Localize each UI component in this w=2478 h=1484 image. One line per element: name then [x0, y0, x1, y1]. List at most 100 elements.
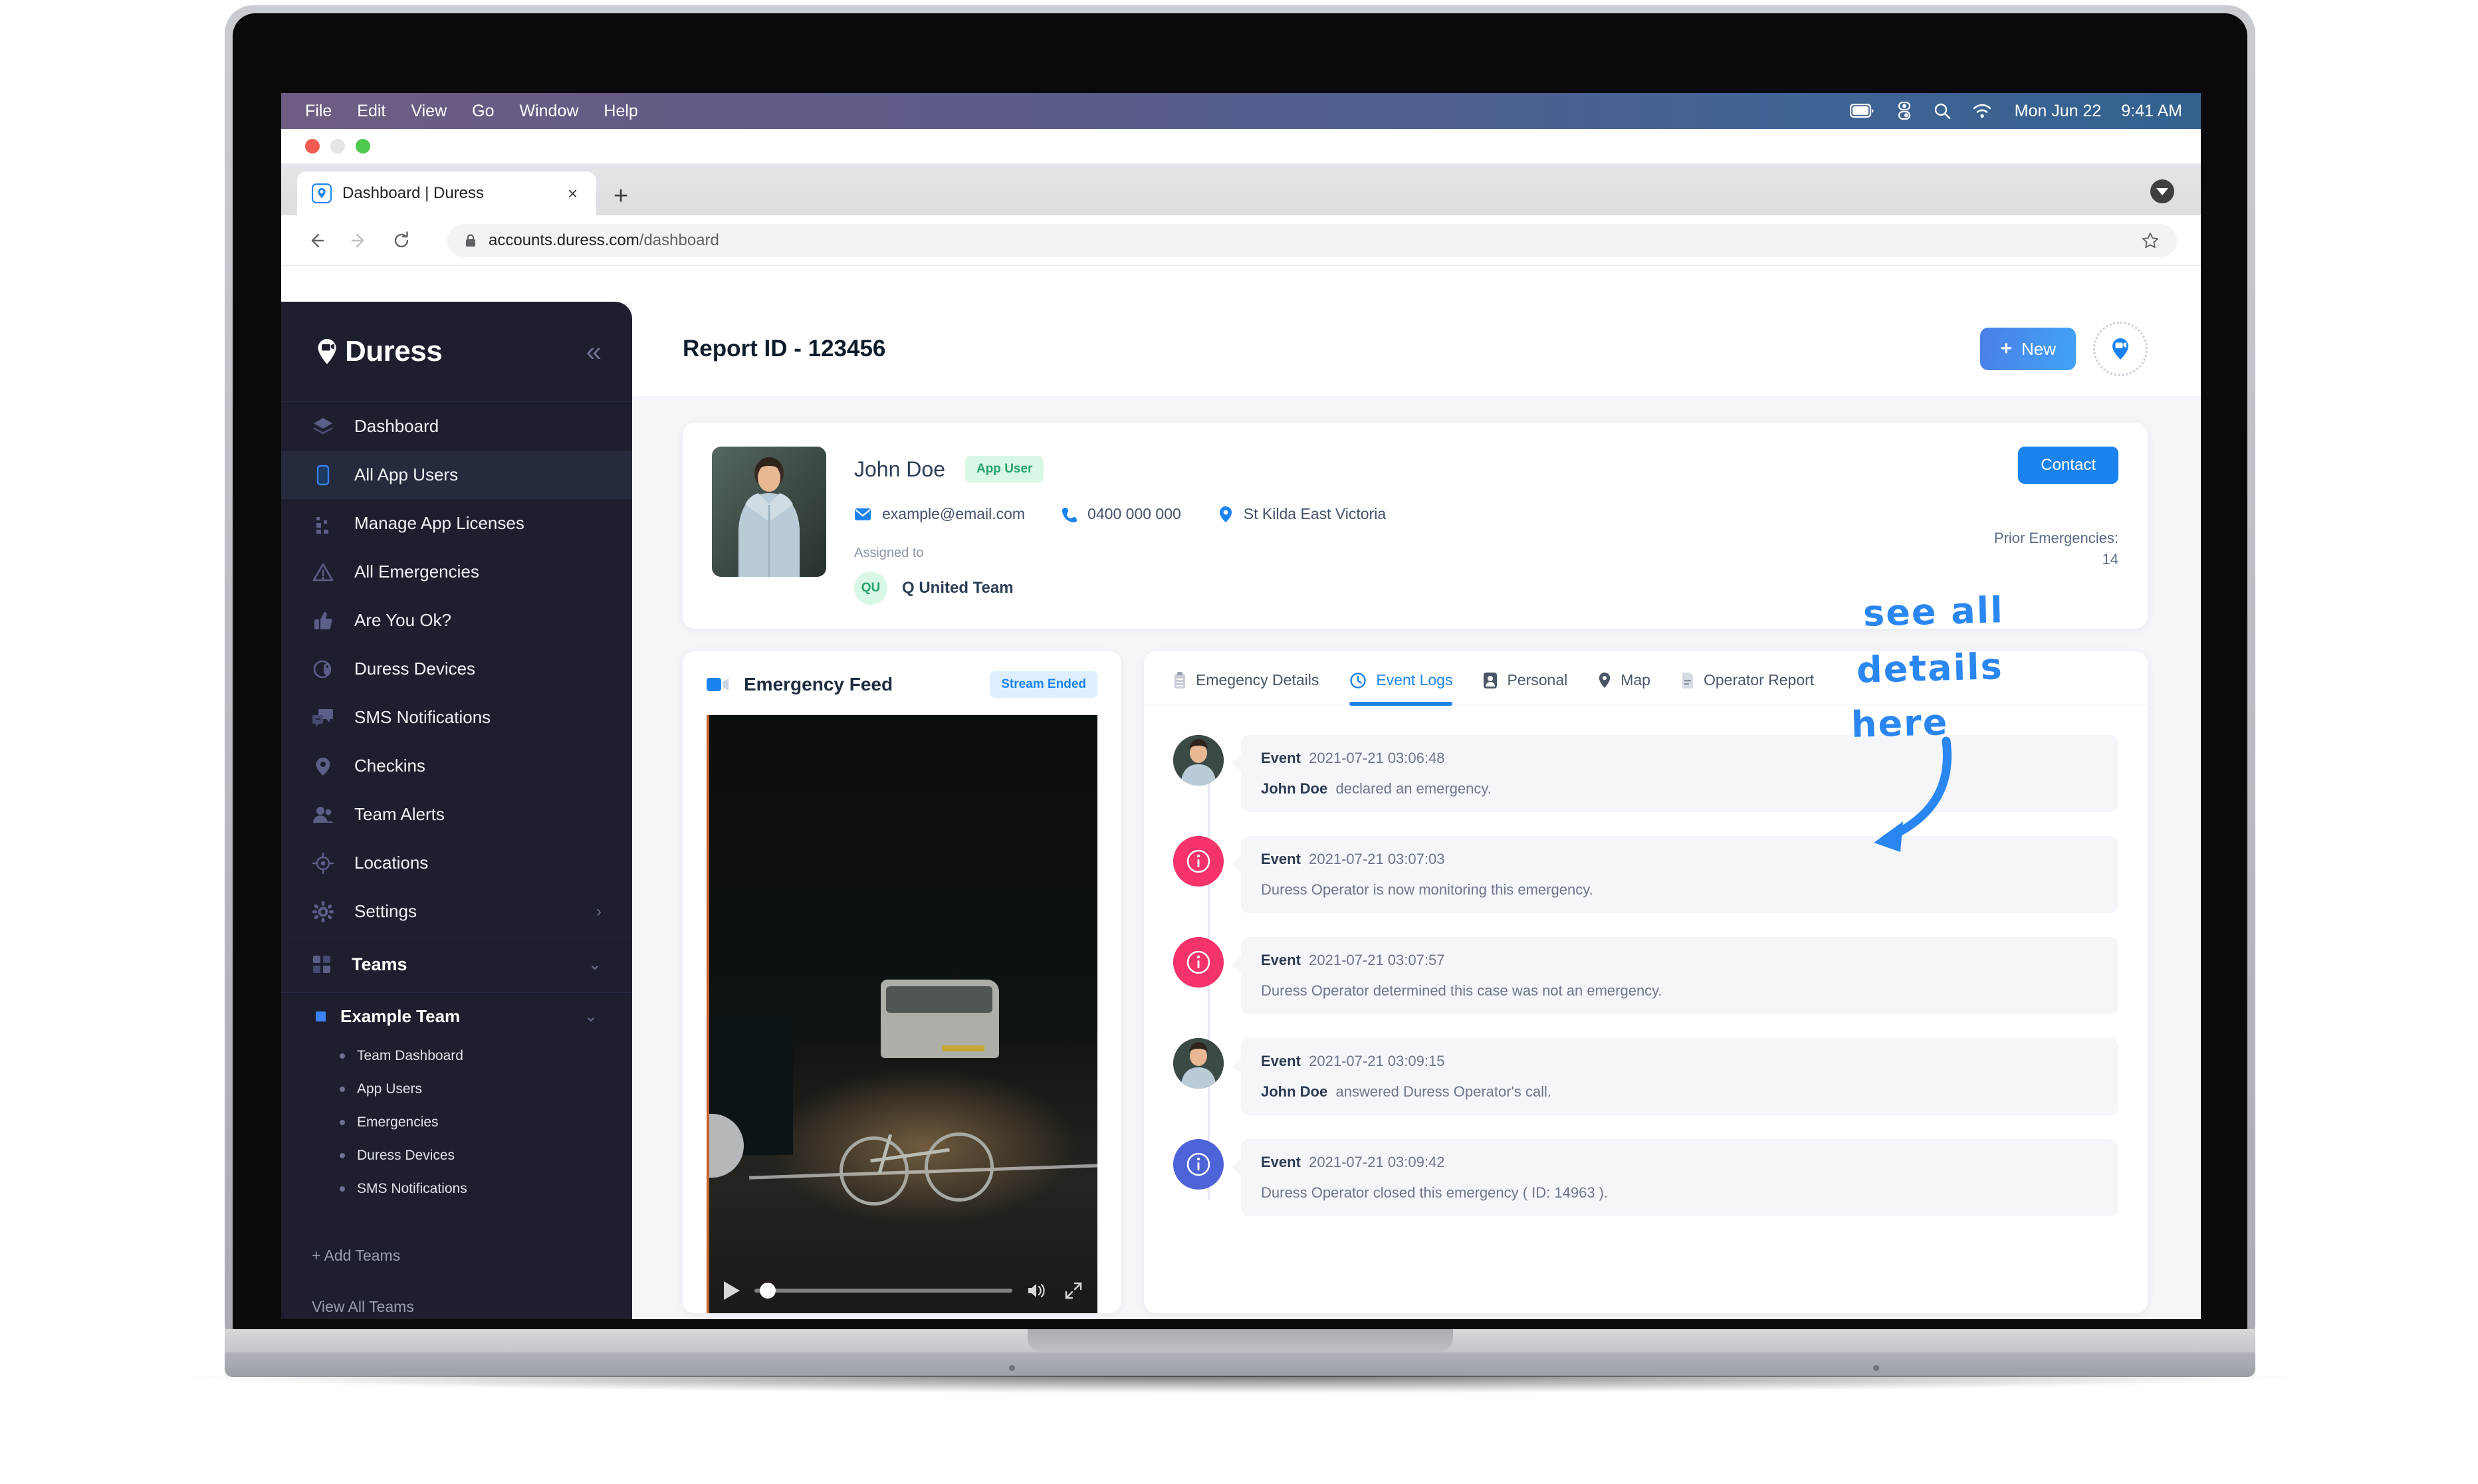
event-log-item: Event 2021-07-21 03:07:57 Duress Operato… [1173, 937, 2118, 1014]
add-teams-link[interactable]: + Add Teams [281, 1247, 632, 1265]
phone-icon [1062, 506, 1077, 522]
user-phone[interactable]: 0400 000 000 [1062, 505, 1181, 523]
clock-history-icon [1349, 672, 1367, 689]
address-bar[interactable]: accounts.duress.com/dashboard [447, 223, 2177, 257]
minimize-window-button[interactable] [330, 139, 345, 154]
close-icon[interactable]: × [564, 183, 582, 204]
sidebar-subitem-team-dashboard[interactable]: Team Dashboard [281, 1039, 632, 1073]
control-center-icon[interactable] [1896, 102, 1912, 120]
fullscreen-icon[interactable] [1064, 1281, 1083, 1300]
sidebar-subitem-emergencies[interactable]: Emergencies [281, 1106, 632, 1139]
warning-triangle-icon [312, 561, 334, 583]
tab-personal[interactable]: Personal [1483, 671, 1567, 704]
view-all-teams-link[interactable]: View All Teams [281, 1298, 632, 1316]
menu-item-window[interactable]: Window [520, 102, 579, 121]
sidebar-item-are-you-ok[interactable]: Are You Ok? [281, 596, 632, 645]
menu-item-file[interactable]: File [305, 102, 332, 121]
window-traffic-lights [281, 129, 2201, 163]
sidebar-item-label: Locations [354, 853, 429, 873]
report-doc-icon [1681, 672, 1694, 689]
sidebar-team-example-team[interactable]: Example Team ⌄ [281, 993, 632, 1039]
new-button[interactable]: + New [1980, 328, 2076, 370]
browser-tab[interactable]: Dashboard | Duress × [297, 171, 596, 215]
profile-chevron-icon[interactable] [2150, 179, 2174, 203]
collapse-chevrons-icon[interactable]: « [586, 338, 602, 366]
sidebar-item-manage-app-licenses[interactable]: Manage App Licenses [281, 499, 632, 548]
battery-icon[interactable] [1849, 104, 1875, 118]
video-player[interactable] [707, 715, 1097, 1313]
menu-item-go[interactable]: Go [472, 102, 494, 121]
sidebar-item-checkins[interactable]: Checkins [281, 742, 632, 790]
user-name: John Doe [854, 457, 945, 481]
sidebar-item-all-emergencies[interactable]: All Emergencies [281, 548, 632, 596]
john-doe-avatar [1173, 1038, 1224, 1089]
tab-emergency-details[interactable]: Emegency Details [1173, 671, 1319, 704]
user-profile-card: John Doe App User example@email.com 0400… [683, 423, 2148, 629]
device-circle-icon [312, 658, 334, 681]
close-window-button[interactable] [305, 139, 320, 154]
page-content: John Doe App User example@email.com 0400… [632, 396, 2201, 1319]
sidebar-brand[interactable]: Duress « [281, 302, 632, 401]
sidebar-item-label: Checkins [354, 756, 425, 776]
sidebar-subitem-app-users[interactable]: App Users [281, 1073, 632, 1106]
menu-item-view[interactable]: View [411, 102, 447, 121]
tab-label: Personal [1507, 671, 1568, 689]
person-card-icon [1483, 672, 1498, 689]
back-arrow-icon[interactable] [305, 229, 328, 252]
crosshair-icon [312, 852, 334, 875]
search-icon[interactable] [1934, 102, 1951, 120]
sidebar-item-dashboard[interactable]: Dashboard [281, 402, 632, 451]
maximize-window-button[interactable] [356, 139, 370, 154]
sidebar-item-duress-devices[interactable]: Duress Devices [281, 645, 632, 693]
gear-icon [312, 901, 334, 923]
sidebar-item-locations[interactable]: Locations [281, 839, 632, 887]
wifi-icon[interactable] [1972, 104, 1992, 118]
prior-emergencies-label: Prior Emergencies: [1993, 530, 2118, 546]
info-icon [1173, 937, 1224, 988]
bullet-icon [340, 1120, 345, 1125]
event-timestamp: 2021-07-21 03:09:15 [1309, 1053, 1445, 1069]
bullet-icon [340, 1087, 345, 1092]
sidebar-subitem-sms-notifications[interactable]: SMS Notifications [281, 1172, 632, 1206]
user-email[interactable]: example@email.com [854, 505, 1025, 523]
assigned-team-row[interactable]: QU Q United Team [854, 572, 1904, 605]
event-log-header: Event 2021-07-21 03:07:57 [1261, 952, 2098, 969]
tab-label: Emegency Details [1196, 671, 1319, 689]
forward-arrow-icon[interactable] [348, 229, 370, 252]
progress-knob[interactable] [760, 1283, 776, 1299]
volume-icon[interactable] [1027, 1282, 1050, 1299]
video-progress-slider[interactable] [754, 1283, 1012, 1299]
menu-item-edit[interactable]: Edit [357, 102, 386, 121]
main-area: Report ID - 123456 + New John Doe App Us… [632, 302, 2201, 1319]
event-label: Event [1261, 1154, 1301, 1170]
grid-squares-icon [312, 954, 332, 974]
new-tab-button[interactable]: + [614, 183, 628, 209]
event-message-text: answered Duress Operator's call. [1335, 1083, 1552, 1100]
sidebar-subitem-duress-devices[interactable]: Duress Devices [281, 1139, 632, 1172]
sidebar-item-settings[interactable]: Settings › [281, 887, 632, 936]
user-phone-value: 0400 000 000 [1087, 505, 1181, 522]
bookmark-star-icon[interactable] [2141, 231, 2160, 250]
play-icon[interactable] [724, 1281, 740, 1300]
sidebar-item-label: Are You Ok? [354, 610, 451, 630]
user-location[interactable]: St Kilda East Victoria [1218, 505, 1386, 523]
sidebar-item-sms-notifications[interactable]: SMS Notifications [281, 693, 632, 742]
tab-operator-report[interactable]: Operator Report [1681, 671, 1814, 704]
event-log-body: Event 2021-07-21 03:07:57 Duress Operato… [1241, 937, 2118, 1014]
event-timeline: Event 2021-07-21 03:06:48 John Doe decla… [1144, 704, 2148, 1243]
tab-event-logs[interactable]: Event Logs [1349, 671, 1453, 706]
chevron-down-icon: ⌄ [584, 1007, 598, 1025]
event-label: Event [1261, 750, 1301, 766]
tab-map[interactable]: Map [1598, 671, 1650, 704]
tab-label: Operator Report [1703, 671, 1815, 689]
reload-icon[interactable] [390, 229, 413, 252]
video-pin-button[interactable] [2093, 322, 2148, 376]
browser-window: Dashboard | Duress × + accounts.duress.c… [281, 129, 2201, 1319]
menu-item-help[interactable]: Help [604, 102, 637, 121]
prior-emergencies-count: 14 [2102, 550, 2118, 568]
sidebar-item-all-app-users[interactable]: All App Users [281, 451, 632, 499]
sidebar-brand-name: Duress [345, 335, 443, 368]
sidebar-item-team-alerts[interactable]: Team Alerts [281, 790, 632, 839]
sidebar-section-teams[interactable]: Teams ⌄ [281, 936, 632, 992]
contact-button[interactable]: Contact [2018, 447, 2118, 484]
